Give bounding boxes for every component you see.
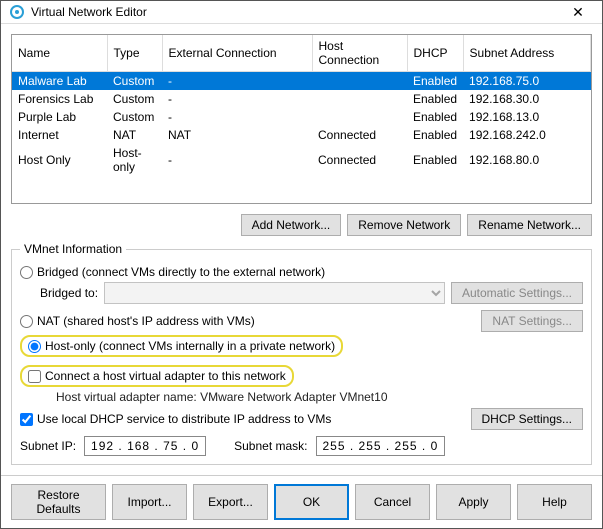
cell-name: Malware Lab	[12, 72, 107, 91]
cell-type: NAT	[107, 126, 162, 144]
cell-name: Host Only	[12, 144, 107, 176]
app-icon	[9, 4, 25, 20]
use-dhcp-checkbox[interactable]	[20, 413, 33, 426]
cell-subnet: 192.168.30.0	[463, 90, 590, 108]
subnet-mask-label: Subnet mask:	[234, 439, 307, 453]
connect-adapter-checkbox[interactable]	[28, 370, 41, 383]
cell-host	[312, 90, 407, 108]
cell-subnet: 192.168.80.0	[463, 144, 590, 176]
import-button[interactable]: Import...	[112, 484, 187, 520]
subnet-ip-label: Subnet IP:	[20, 439, 76, 453]
connect-adapter-highlight: Connect a host virtual adapter to this n…	[20, 365, 294, 387]
col-type[interactable]: Type	[107, 35, 162, 72]
remove-network-button[interactable]: Remove Network	[347, 214, 461, 236]
subnet-ip-input[interactable]: 192 . 168 . 75 . 0	[84, 436, 206, 456]
col-ext[interactable]: External Connection	[162, 35, 312, 72]
nat-settings-button[interactable]: NAT Settings...	[481, 310, 583, 332]
cell-subnet: 192.168.13.0	[463, 108, 590, 126]
cancel-button[interactable]: Cancel	[355, 484, 430, 520]
cell-type: Host-only	[107, 144, 162, 176]
connect-adapter-label: Connect a host virtual adapter to this n…	[45, 369, 286, 383]
cell-host: Connected	[312, 126, 407, 144]
hostonly-radio[interactable]	[28, 340, 41, 353]
network-table: Name Type External Connection Host Conne…	[11, 34, 592, 204]
bridged-label: Bridged (connect VMs directly to the ext…	[37, 265, 325, 279]
close-icon[interactable]: ✕	[562, 4, 594, 21]
bridged-to-label: Bridged to:	[40, 286, 98, 300]
cell-ext: -	[162, 72, 312, 91]
dialog-footer: Restore Defaults Import... Export... OK …	[1, 475, 602, 528]
col-subnet[interactable]: Subnet Address	[463, 35, 590, 72]
hostonly-highlight: Host-only (connect VMs internally in a p…	[20, 335, 343, 357]
nat-radio[interactable]	[20, 315, 33, 328]
cell-ext: -	[162, 108, 312, 126]
cell-dhcp: Enabled	[407, 126, 463, 144]
add-network-button[interactable]: Add Network...	[241, 214, 342, 236]
automatic-settings-button[interactable]: Automatic Settings...	[451, 282, 583, 304]
col-dhcp[interactable]: DHCP	[407, 35, 463, 72]
cell-dhcp: Enabled	[407, 72, 463, 91]
cell-type: Custom	[107, 108, 162, 126]
cell-host	[312, 72, 407, 91]
col-host[interactable]: Host Connection	[312, 35, 407, 72]
cell-subnet: 192.168.75.0	[463, 72, 590, 91]
cell-name: Purple Lab	[12, 108, 107, 126]
use-dhcp-label: Use local DHCP service to distribute IP …	[37, 412, 331, 426]
subnet-mask-input[interactable]: 255 . 255 . 255 . 0	[316, 436, 446, 456]
cell-ext: -	[162, 90, 312, 108]
help-button[interactable]: Help	[517, 484, 592, 520]
titlebar: Virtual Network Editor ✕	[1, 1, 602, 24]
network-buttons: Add Network... Remove Network Rename Net…	[11, 214, 592, 236]
export-button[interactable]: Export...	[193, 484, 268, 520]
bridged-radio[interactable]	[20, 266, 33, 279]
cell-dhcp: Enabled	[407, 108, 463, 126]
cell-ext: NAT	[162, 126, 312, 144]
cell-type: Custom	[107, 90, 162, 108]
cell-name: Forensics Lab	[12, 90, 107, 108]
cell-dhcp: Enabled	[407, 90, 463, 108]
table-row[interactable]: Purple LabCustom- Enabled192.168.13.0	[12, 108, 591, 126]
table-header-row: Name Type External Connection Host Conne…	[12, 35, 591, 72]
cell-type: Custom	[107, 72, 162, 91]
table-row[interactable]: Forensics LabCustom- Enabled192.168.30.0	[12, 90, 591, 108]
cell-name: Internet	[12, 126, 107, 144]
adapter-name-text: Host virtual adapter name: VMware Networ…	[56, 390, 583, 404]
apply-button[interactable]: Apply	[436, 484, 511, 520]
restore-defaults-button[interactable]: Restore Defaults	[11, 484, 106, 520]
bridged-to-select[interactable]	[104, 282, 445, 304]
cell-ext: -	[162, 144, 312, 176]
vmnet-info-group: VMnet Information Bridged (connect VMs d…	[11, 242, 592, 465]
hostonly-label: Host-only (connect VMs internally in a p…	[45, 339, 335, 353]
content-area: Name Type External Connection Host Conne…	[1, 24, 602, 475]
table-row[interactable]: Host OnlyHost-only-ConnectedEnabled192.1…	[12, 144, 591, 176]
table-row[interactable]: InternetNATNATConnectedEnabled192.168.24…	[12, 126, 591, 144]
nat-label: NAT (shared host's IP address with VMs)	[37, 314, 255, 328]
rename-network-button[interactable]: Rename Network...	[467, 214, 592, 236]
vmnet-info-legend: VMnet Information	[20, 242, 126, 256]
cell-host: Connected	[312, 144, 407, 176]
window-title: Virtual Network Editor	[31, 5, 562, 19]
col-name[interactable]: Name	[12, 35, 107, 72]
virtual-network-editor-window: Virtual Network Editor ✕ Name Type Exter…	[0, 0, 603, 529]
cell-host	[312, 108, 407, 126]
dhcp-settings-button[interactable]: DHCP Settings...	[471, 408, 583, 430]
ok-button[interactable]: OK	[274, 484, 349, 520]
table-row[interactable]: Malware LabCustom- Enabled192.168.75.0	[12, 72, 591, 91]
cell-subnet: 192.168.242.0	[463, 126, 590, 144]
cell-dhcp: Enabled	[407, 144, 463, 176]
